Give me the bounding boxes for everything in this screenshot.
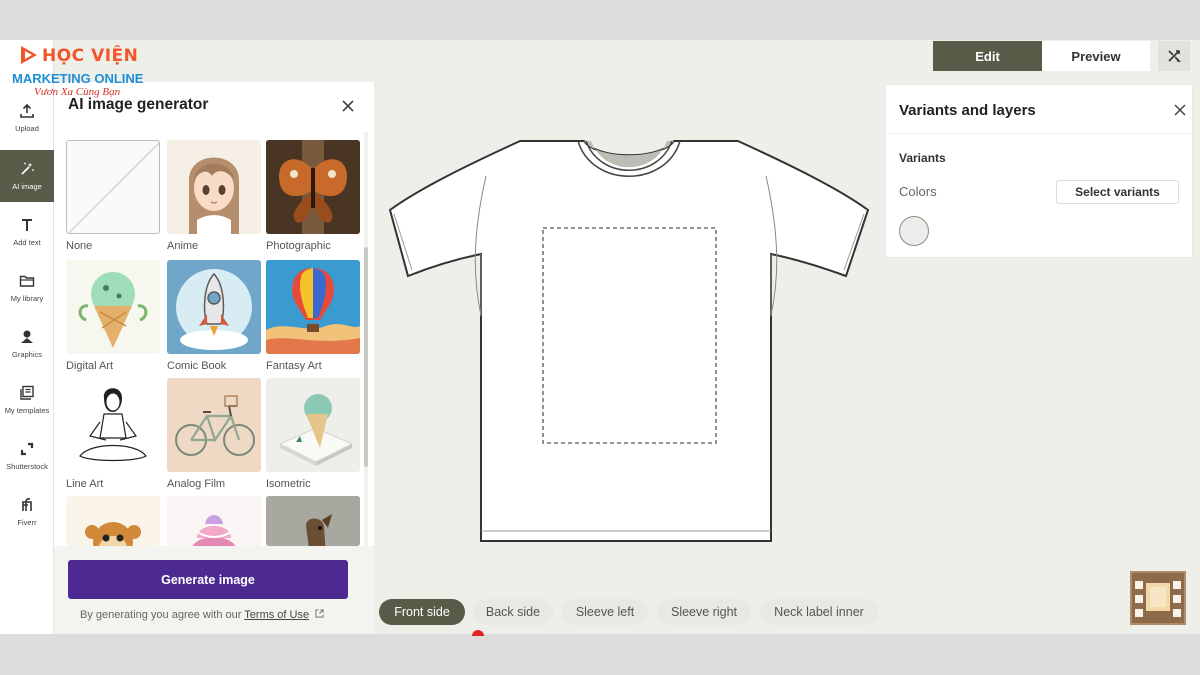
style-option-extra-3[interactable] bbox=[266, 496, 360, 552]
shutterstock-icon bbox=[20, 442, 34, 456]
tshirt-mockup[interactable] bbox=[388, 136, 870, 546]
close-icon[interactable] bbox=[1173, 103, 1187, 117]
style-thumb bbox=[66, 496, 160, 546]
sidebar-item-label: AI image bbox=[12, 182, 42, 191]
sidebar-item-label: Upload bbox=[15, 124, 39, 133]
shapes-icon bbox=[21, 330, 33, 343]
sidebar-item-fiverr[interactable]: Fiverr bbox=[0, 486, 54, 538]
tab-neck-label-inner[interactable]: Neck label inner bbox=[760, 599, 878, 625]
generate-image-button[interactable]: Generate image bbox=[68, 560, 348, 599]
style-thumb bbox=[66, 140, 160, 234]
style-option-isometric[interactable]: Isometric bbox=[266, 378, 360, 490]
style-thumb bbox=[167, 378, 261, 472]
sidebar-rail: Upload AI image Add text My library Grap… bbox=[0, 40, 54, 634]
style-option-extra-2[interactable] bbox=[167, 496, 261, 552]
style-label: None bbox=[66, 240, 93, 252]
style-option-anime[interactable]: Anime bbox=[167, 140, 261, 252]
generate-area: Generate image By generating you agree w… bbox=[54, 546, 374, 634]
play-logo-icon bbox=[21, 46, 37, 64]
terms-notice: By generating you agree with our Terms o… bbox=[80, 609, 324, 621]
style-option-analog-film[interactable]: Analog Film bbox=[167, 378, 261, 490]
close-icon[interactable] bbox=[340, 98, 356, 114]
sidebar-item-add-text[interactable]: Add text bbox=[0, 206, 54, 258]
external-link-icon bbox=[315, 609, 324, 618]
tab-back-side[interactable]: Back side bbox=[473, 599, 553, 625]
sidebar-item-shutterstock[interactable]: Shutterstock bbox=[0, 430, 54, 482]
terms-of-use-link[interactable]: Terms of Use bbox=[244, 609, 309, 621]
folder-icon bbox=[19, 275, 35, 287]
style-option-extra-1[interactable] bbox=[66, 496, 160, 552]
tab-edit[interactable]: Edit bbox=[933, 41, 1042, 71]
style-label: Fantasy Art bbox=[266, 360, 322, 372]
logo-line-2: MARKETING ONLINE bbox=[12, 71, 144, 86]
layout-thumbnail-icon bbox=[1135, 581, 1181, 617]
scrollbar-thumb[interactable] bbox=[364, 247, 368, 467]
variants-panel: Variants and layers Variants Colors Sele… bbox=[885, 84, 1193, 258]
style-thumb bbox=[167, 260, 261, 354]
sidebar-item-label: My templates bbox=[4, 406, 50, 415]
style-thumb bbox=[66, 260, 160, 354]
sidebar-item-label: Shutterstock bbox=[6, 462, 48, 471]
style-label: Analog Film bbox=[167, 478, 226, 490]
sidebar-item-label: My library bbox=[10, 294, 44, 303]
variants-section-title: Variants bbox=[899, 151, 946, 165]
terms-prefix: By generating you agree with our bbox=[80, 609, 245, 621]
ai-image-generator-panel: AI image generator None Anime Photograph… bbox=[54, 82, 374, 634]
sidebar-item-graphics[interactable]: Graphics bbox=[0, 318, 54, 370]
style-thumb bbox=[167, 496, 261, 546]
divider bbox=[886, 133, 1192, 134]
style-thumb bbox=[266, 140, 360, 234]
tools-button[interactable] bbox=[1158, 41, 1190, 71]
logo-line-1: HỌC VIỆN bbox=[42, 46, 139, 66]
style-option-fantasy-art[interactable]: Fantasy Art bbox=[266, 260, 360, 372]
style-label: Comic Book bbox=[167, 360, 227, 372]
sidebar-item-label: Fiverr bbox=[17, 518, 37, 527]
magic-wand-icon bbox=[21, 162, 34, 175]
logo-line-3: Vươn Xa Cùng Bạn bbox=[34, 86, 121, 98]
brand-logo: HỌC VIỆN MARKETING ONLINE Vươn Xa Cùng B… bbox=[12, 42, 147, 100]
style-thumb bbox=[266, 260, 360, 354]
style-label: Photographic bbox=[266, 240, 331, 252]
style-option-photographic[interactable]: Photographic bbox=[266, 140, 360, 252]
style-label: Isometric bbox=[266, 478, 311, 490]
sidebar-item-my-templates[interactable]: My templates bbox=[0, 374, 54, 426]
sidebar-item-label: Add text bbox=[13, 238, 41, 247]
style-thumb bbox=[266, 496, 360, 546]
sidebar-item-my-library[interactable]: My library bbox=[0, 262, 54, 314]
text-icon bbox=[22, 219, 32, 231]
recording-indicator bbox=[472, 630, 484, 636]
tab-preview[interactable]: Preview bbox=[1042, 41, 1150, 71]
style-option-digital-art[interactable]: Digital Art bbox=[66, 260, 160, 372]
style-option-none[interactable]: None bbox=[66, 140, 160, 252]
style-option-comic-book[interactable]: Comic Book bbox=[167, 260, 261, 372]
style-label: Line Art bbox=[66, 478, 104, 490]
style-option-line-art[interactable]: Line Art bbox=[66, 378, 160, 490]
fiverr-icon bbox=[22, 498, 32, 511]
style-thumb bbox=[266, 378, 360, 472]
tab-sleeve-right[interactable]: Sleeve right bbox=[657, 599, 751, 625]
templates-icon bbox=[20, 385, 34, 400]
tools-icon bbox=[1168, 50, 1181, 62]
view-thumbnail-navigator[interactable] bbox=[1130, 571, 1186, 625]
color-swatch[interactable] bbox=[899, 216, 929, 246]
colors-label: Colors bbox=[899, 184, 937, 199]
style-thumb bbox=[66, 378, 160, 472]
variants-panel-title: Variants and layers bbox=[899, 102, 1036, 119]
sidebar-item-ai-image[interactable]: AI image bbox=[0, 150, 54, 202]
tab-sleeve-left[interactable]: Sleeve left bbox=[562, 599, 648, 625]
style-label: Digital Art bbox=[66, 360, 114, 372]
style-thumb bbox=[167, 140, 261, 234]
style-label: Anime bbox=[167, 240, 199, 252]
upload-icon bbox=[20, 103, 34, 118]
select-variants-button[interactable]: Select variants bbox=[1056, 180, 1179, 204]
sidebar-item-label: Graphics bbox=[11, 350, 42, 359]
tab-front-side[interactable]: Front side bbox=[379, 599, 465, 625]
